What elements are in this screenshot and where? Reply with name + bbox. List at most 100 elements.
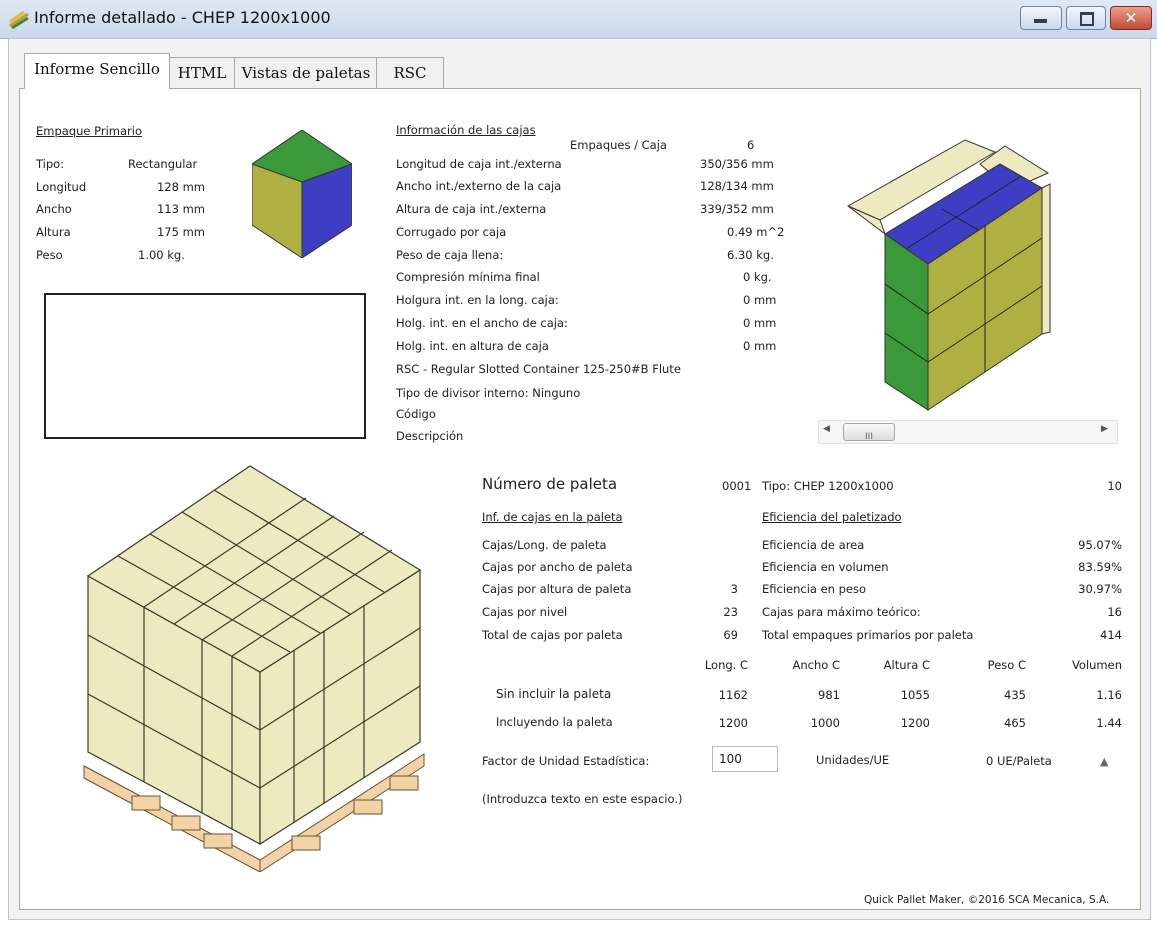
box-info-row-value: 6.30 kg.: [727, 248, 774, 262]
boxes-on-pallet-heading: Inf. de cajas en la paleta: [482, 510, 623, 524]
primary-height-value: 175 mm: [156, 225, 205, 239]
pallet-row-value: 69: [723, 628, 738, 642]
minimize-icon: [1034, 19, 1047, 23]
efficiency-row-label: Eficiencia de area: [762, 538, 865, 552]
tab-rsc[interactable]: RSC: [376, 57, 444, 88]
box-info-row-value: 0 kg.: [743, 270, 772, 284]
tab-html[interactable]: HTML: [168, 57, 236, 88]
box-info-row-label: Holg. int. en altura de caja: [396, 339, 549, 353]
dims-cell: 1200: [718, 716, 748, 730]
box-info-row-label: Corrugado por caja: [396, 225, 507, 239]
primary-type-label: Tipo:: [36, 157, 65, 171]
scroll-thumb-grip-icon: III: [865, 432, 873, 442]
box-info-row-label: Holgura int. en la long. caja:: [396, 293, 559, 307]
pallet-row-label: Cajas por nivel: [482, 605, 568, 619]
dims-header: Long. C: [704, 658, 748, 672]
primary-length-value: 128 mm: [156, 180, 205, 194]
pallet-row-label: Cajas por altura de paleta: [482, 582, 632, 596]
dims-cell: 1000: [810, 716, 840, 730]
dims-cell: 435: [1004, 688, 1026, 702]
primary-weight-label: Peso: [36, 248, 63, 262]
box-info-row-value: 0 mm: [743, 339, 777, 353]
primary-width-label: Ancho: [36, 202, 72, 216]
primary-type-value: Rectangular: [128, 157, 198, 171]
primary-package-image: [252, 130, 352, 258]
packs-per-box-label: Empaques / Caja: [570, 138, 667, 152]
unit-factor-label: Factor de Unidad Estadística:: [482, 754, 650, 768]
pallet-type-label: Tipo: CHEP 1200x1000: [762, 479, 894, 493]
efficiency-row-value: 95.07%: [1078, 538, 1122, 552]
description-label: Descripción: [396, 429, 464, 443]
dims-cell: 1055: [900, 688, 930, 702]
box-info-row-label: Peso de caja llena:: [396, 248, 504, 262]
primary-width-value: 113 mm: [156, 202, 205, 216]
box-info-row-label: Holg. int. en el ancho de caja:: [396, 316, 568, 330]
dims-header: Ancho C: [792, 658, 841, 672]
maximize-button[interactable]: [1066, 6, 1106, 30]
box-info-row-label: Compresión mínima final: [396, 270, 540, 284]
app-icon: [9, 10, 29, 30]
dims-cell: 1162: [718, 688, 748, 702]
scroll-thumb[interactable]: III: [843, 423, 895, 442]
efficiency-row-label: Total empaques primarios por paleta: [762, 628, 974, 642]
dims-cell: 981: [818, 688, 840, 702]
maximize-icon: [1080, 12, 1094, 26]
unit-factor-input[interactable]: [712, 746, 778, 772]
efficiency-row-value: 16: [1107, 605, 1122, 619]
window-title: Informe detallado - CHEP 1200x1000: [34, 8, 331, 27]
box-info-row-value: 339/352 mm: [700, 202, 774, 216]
efficiency-row-label: Cajas para máximo teórico:: [762, 605, 921, 619]
box-view-image: [846, 139, 1051, 411]
pallet-row-label: Cajas/Long. de paleta: [482, 538, 607, 552]
horizontal-scrollbar[interactable]: ◀ III ▶: [818, 420, 1118, 444]
primary-height-label: Altura: [36, 225, 71, 239]
close-button[interactable]: ✕: [1110, 6, 1152, 30]
tab-vistas-de-paletas[interactable]: Vistas de paletas: [234, 57, 378, 88]
title-bar: Informe detallado - CHEP 1200x1000 ✕: [0, 0, 1157, 39]
dims-row-label: Incluyendo la paleta: [496, 715, 613, 729]
box-info-row-value: 128/134 mm: [700, 179, 774, 193]
box-info-heading: Información de las cajas: [396, 123, 536, 137]
dims-row-label: Sin incluir la paleta: [496, 687, 612, 701]
dims-header: Volumen: [1071, 658, 1122, 672]
close-icon: ✕: [1124, 9, 1138, 27]
pallet-number-value: 0001: [722, 479, 752, 493]
box-info-row-label: Longitud de caja int./externa: [396, 157, 562, 171]
code-label: Código: [396, 407, 436, 421]
text-entry-hint[interactable]: (Introduzca texto en este espacio.): [482, 792, 682, 806]
description-box[interactable]: [44, 293, 366, 439]
ue-per-pallet-value: 0 UE/Paleta: [986, 754, 1052, 768]
tab-informe-sencillo[interactable]: Informe Sencillo: [24, 53, 170, 89]
efficiency-row-label: Eficiencia en peso: [762, 582, 867, 596]
pallet-type-value: 10: [1107, 479, 1122, 493]
minimize-button[interactable]: [1020, 6, 1062, 30]
box-info-row-label: Ancho int./externo de la caja: [396, 179, 562, 193]
scroll-left-arrow[interactable]: ◀: [823, 424, 830, 434]
dims-header: Altura C: [883, 658, 930, 672]
scroll-right-arrow[interactable]: ▶: [1101, 424, 1108, 434]
box-info-row-label: Altura de caja int./externa: [396, 202, 547, 216]
box-info-row-value: 350/356 mm: [700, 157, 774, 171]
primary-length-label: Longitud: [36, 180, 87, 194]
dims-cell: 465: [1004, 716, 1026, 730]
efficiency-row-value: 30.97%: [1078, 582, 1122, 596]
box-info-row-value: 0 mm: [743, 316, 777, 330]
pallet-row-label: Cajas por ancho de paleta: [482, 560, 633, 574]
efficiency-row-value: 83.59%: [1078, 560, 1122, 574]
pallet-row-value: 23: [723, 605, 738, 619]
dims-cell: 1200: [900, 716, 930, 730]
pallet-number-label: Número de paleta: [482, 475, 618, 493]
primary-weight-value: 1.00 kg.: [138, 248, 185, 262]
box-info-row-value: 0.49 m^2: [727, 225, 785, 239]
pallet-view-image: [83, 465, 425, 872]
primary-heading: Empaque Primario: [36, 124, 142, 138]
dims-cell: 1.44: [1096, 716, 1122, 730]
dims-cell: 1.16: [1096, 688, 1122, 702]
footer-copyright: Quick Pallet Maker, ©2016 SCA Mecanica, …: [864, 894, 1110, 906]
scroll-up-icon[interactable]: ▲: [1100, 755, 1108, 768]
efficiency-row-value: 414: [1100, 628, 1122, 642]
dims-header: Peso C: [987, 658, 1026, 672]
pallet-row-value: 3: [730, 582, 738, 596]
rsc-text: RSC - Regular Slotted Container 125-250#…: [396, 362, 681, 376]
packs-per-box-value: 6: [747, 138, 755, 152]
